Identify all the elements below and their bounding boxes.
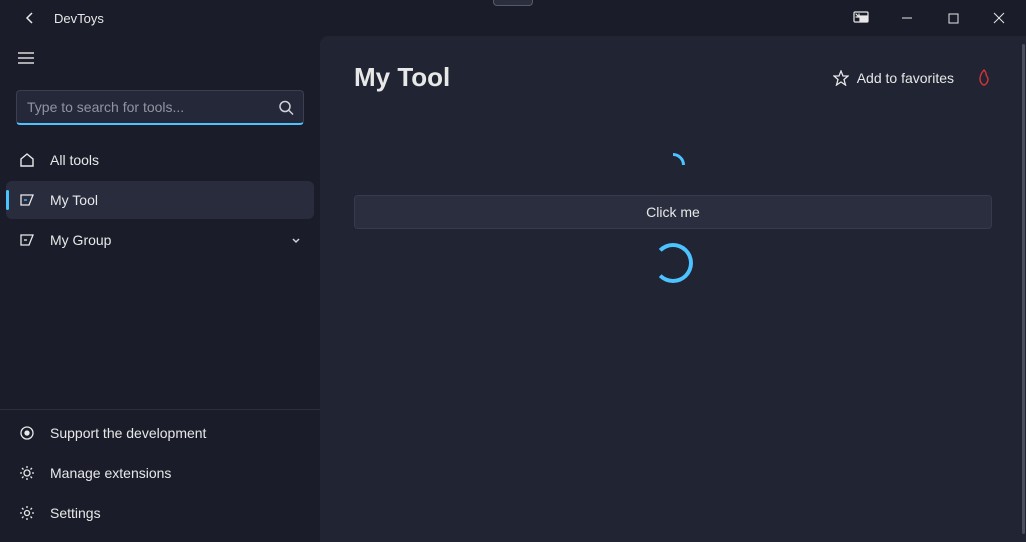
arrow-left-icon	[23, 11, 37, 25]
minimize-icon	[901, 12, 913, 24]
nav-support[interactable]: Support the development	[6, 414, 314, 452]
search-icon[interactable]	[279, 100, 294, 115]
group-icon	[18, 231, 36, 249]
minimize-button[interactable]	[884, 3, 930, 33]
home-icon	[18, 151, 36, 169]
fire-icon	[976, 69, 992, 87]
nav-label: My Group	[50, 232, 111, 248]
maximize-button[interactable]	[930, 3, 976, 33]
target-icon	[18, 424, 36, 442]
scrollbar[interactable]	[1022, 44, 1025, 534]
app-title: DevToys	[54, 11, 104, 26]
title-left: DevToys	[4, 4, 104, 32]
main-content: My Tool Add to favorites Click me	[320, 36, 1026, 542]
tool-icon	[18, 191, 36, 209]
settings-icon	[18, 504, 36, 522]
nav-my-group[interactable]: My Group	[6, 221, 314, 259]
nav-settings[interactable]: Settings	[6, 494, 314, 532]
nav-extensions[interactable]: Manage extensions	[6, 454, 314, 492]
back-button[interactable]	[16, 4, 44, 32]
search-input[interactable]	[16, 90, 304, 125]
sidebar: All tools My Tool My Group	[0, 36, 320, 542]
close-button[interactable]	[976, 3, 1022, 33]
spinner-small	[656, 148, 690, 182]
hamburger-icon	[18, 52, 34, 64]
pip-icon	[853, 11, 869, 25]
page-title: My Tool	[354, 62, 450, 93]
spinner-large	[653, 243, 693, 283]
gear-icon	[18, 464, 36, 482]
nav-label: My Tool	[50, 192, 98, 208]
nav-all-tools[interactable]: All tools	[6, 141, 314, 179]
nav-list: All tools My Tool My Group	[0, 137, 320, 409]
nav-label: All tools	[50, 152, 99, 168]
click-me-button[interactable]: Click me	[354, 195, 992, 229]
nav-label: Manage extensions	[50, 465, 171, 481]
close-icon	[993, 12, 1005, 24]
favorite-label: Add to favorites	[857, 70, 954, 86]
nav-label: Settings	[50, 505, 101, 521]
chevron-down-icon	[290, 234, 302, 246]
window-controls	[838, 3, 1022, 33]
title-bar: DevToys	[0, 0, 1026, 36]
star-icon	[833, 70, 849, 86]
nav-label: Support the development	[50, 425, 206, 441]
hamburger-button[interactable]	[8, 40, 44, 76]
sidebar-bottom: Support the development Manage extension…	[0, 409, 320, 542]
header-actions: Add to favorites	[833, 69, 992, 87]
nav-my-tool[interactable]: My Tool	[6, 181, 314, 219]
search-container	[16, 90, 304, 125]
maximize-icon	[948, 13, 959, 24]
hot-reload-button[interactable]	[976, 69, 992, 87]
picture-in-picture-button[interactable]	[838, 3, 884, 33]
add-favorite-button[interactable]: Add to favorites	[833, 70, 954, 86]
main-header: My Tool Add to favorites	[354, 62, 992, 93]
grip-handle[interactable]	[493, 0, 533, 6]
